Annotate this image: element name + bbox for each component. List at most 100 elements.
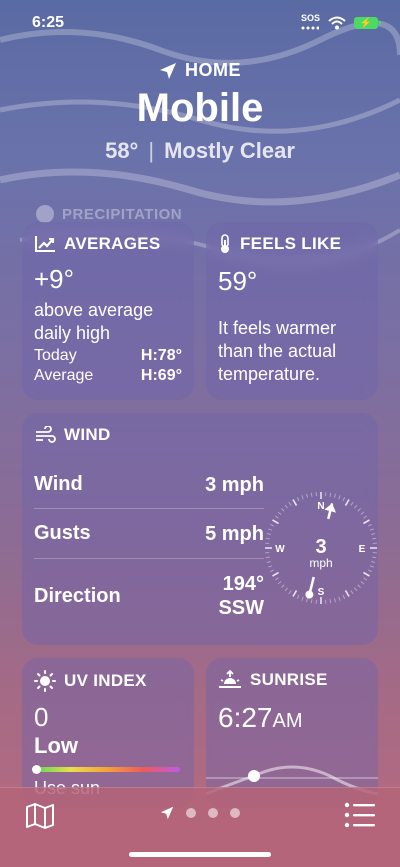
compass-tick [338,495,341,500]
precipitation-title: PRECIPITATION [62,205,183,223]
battery-icon: ⚡ [354,17,381,29]
uv-index-card[interactable]: UV INDEX 0 Low Use sun [22,658,194,808]
uv-index-header: UV INDEX [34,670,182,692]
feels-like-card[interactable]: FEELS LIKE 59° It feels warmer than the … [206,222,378,400]
current-temperature: 58° [105,138,139,163]
umbrella-icon [36,205,54,223]
compass-tick [333,493,336,498]
uv-index-level: Low [34,733,78,758]
page-dot [208,808,218,818]
compass-tick [372,537,377,540]
feels-like-description: It feels warmer than the actual temperat… [218,318,337,384]
compass-tick [329,492,332,497]
home-label: HOME [185,60,241,80]
averages-header: AVERAGES [34,234,182,254]
wind-speed-value: 3 mph [205,473,264,496]
uv-index-value: 0 [34,702,49,732]
compass-tick [274,515,279,519]
averages-title: AVERAGES [64,234,161,253]
wind-card[interactable]: WIND Wind 3 mph Gusts 5 mph Direction 19… [22,413,378,645]
compass-tick [344,499,350,506]
compass-tick [354,504,358,509]
uv-index-title: UV INDEX [64,671,147,690]
wind-header: WIND [34,425,366,445]
signal-dots-icon [301,26,320,30]
page-dot [186,808,196,818]
compass-tick [266,533,271,536]
compass-tick [268,565,273,568]
gusts-label: Gusts [34,522,91,544]
compass-tick [274,577,279,581]
wifi-icon [328,16,346,30]
thermometer-icon [221,234,229,253]
compass-tick [363,515,368,519]
current-location-icon [160,806,174,820]
status-icons: SOS ⚡ [301,14,381,32]
compass-tick [310,599,313,604]
averages-row-today: Today H:78° [34,347,182,365]
compass-unit: mph [309,556,332,570]
wind-icon [36,426,56,443]
wind-compass: N E S W 3 mph [265,492,377,604]
compass-tick [301,596,304,601]
direction-row: Direction 194° SSW [34,559,264,633]
compass-tick [357,508,361,512]
compass-tick [277,511,282,515]
compass-tick [357,584,361,588]
compass-tick [292,590,298,597]
direction-degrees: 194° [222,573,264,595]
compass-tick [292,499,298,506]
feels-like-title: FEELS LIKE [240,234,342,253]
compass-tick [265,556,270,559]
compass-east: E [359,544,366,555]
sunrise-title: SUNRISE [250,670,328,689]
compass-tick [350,590,354,595]
average-label: Average [34,367,94,384]
compass-tick [281,508,285,512]
compass-tick [369,528,374,531]
compass-tick [288,501,292,506]
sunrise-time: 6:27AM [218,702,366,734]
compass-south: S [318,587,325,598]
averages-row-average: Average H:69° [34,367,182,385]
averages-card[interactable]: AVERAGES +9° above average daily high To… [22,222,194,400]
compass-tick [306,598,309,603]
compass-tick [360,511,365,515]
compass-tick [350,501,354,506]
compass-tick [284,504,288,509]
compass-tick [371,560,376,563]
sunrise-card[interactable]: SUNRISE 6:27AM [206,658,378,808]
compass-tick [354,587,358,592]
compass-tick [272,519,279,525]
direction-value: 194° SSW [218,572,264,620]
list-icon[interactable] [344,800,376,830]
compass-tick [296,594,300,599]
compass-tick [306,493,309,498]
compass-tick [265,537,270,540]
compass-tick [329,599,332,604]
gusts-row: Gusts 5 mph [34,509,264,559]
compass-tick [367,569,372,573]
page-dot [230,808,240,818]
compass-tick [266,560,271,563]
today-high: H:78° [140,347,182,364]
map-icon[interactable] [24,800,56,832]
compass-tick [296,497,300,502]
sunrise-meridiem: AM [272,710,303,732]
compass-tick [367,523,372,527]
compass-north: N [317,501,324,512]
direction-cardinal: SSW [218,597,264,619]
compass-tick [270,523,275,527]
compass-tick [310,492,313,497]
compass-tick [270,569,275,573]
compass-tick [371,533,376,536]
location-label: HOME [0,60,400,81]
compass-tick [372,556,377,559]
sun-icon [34,670,56,692]
compass-tick [333,598,336,603]
wind-speed-label: Wind [34,473,83,495]
compass-tick [338,596,341,601]
page-indicator[interactable] [160,806,240,820]
averages-value: +9° [34,264,75,294]
compass-tick [342,594,346,599]
